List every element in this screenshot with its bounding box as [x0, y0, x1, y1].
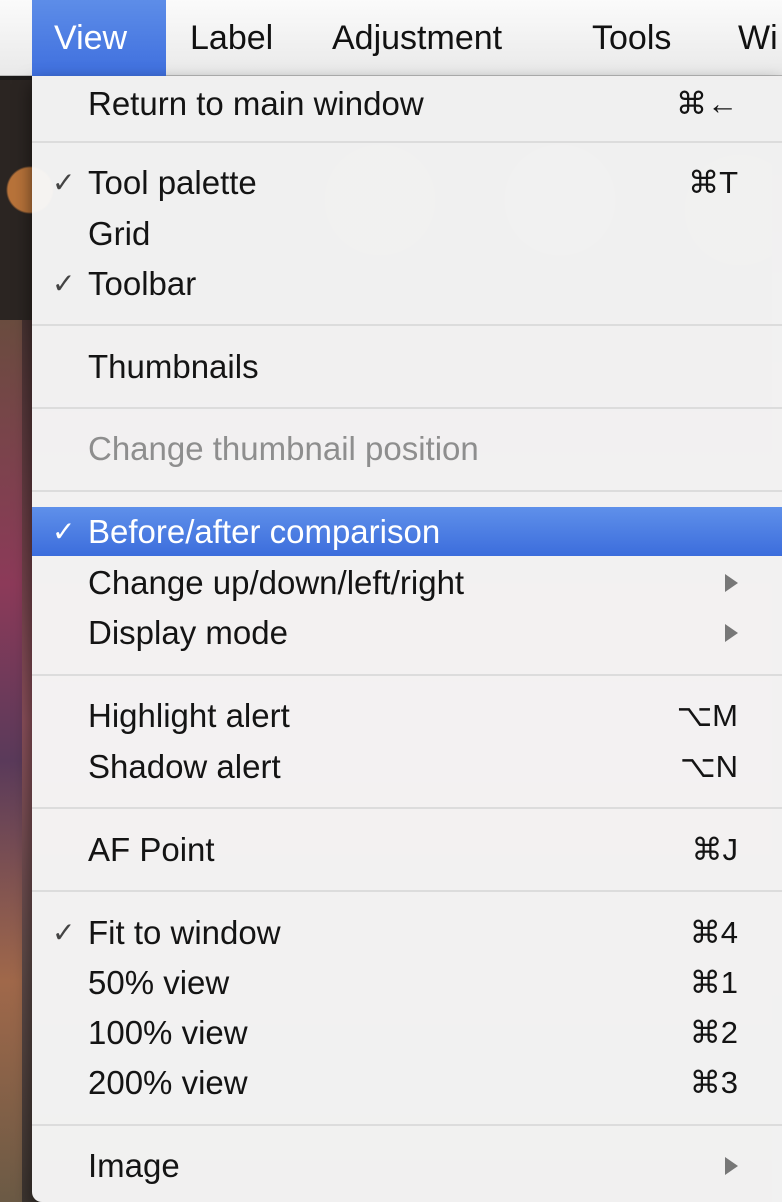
- menu-item-highlight-alert[interactable]: Highlight alert ⌥M: [32, 691, 782, 740]
- menu-separator: [32, 490, 782, 492]
- menu-separator: [32, 890, 782, 892]
- menu-item-label: Toolbar: [88, 265, 197, 302]
- menu-separator: [32, 807, 782, 809]
- menubar-item-tools[interactable]: Tools: [570, 0, 693, 76]
- menu-item-label: Change thumbnail position: [88, 430, 479, 467]
- menu-item-label: AF Point: [88, 831, 215, 868]
- submenu-arrow-icon: [725, 624, 738, 642]
- menu-item-label: 200% view: [88, 1064, 248, 1101]
- menu-item-label: Display mode: [88, 614, 288, 651]
- checkmark-icon: ✓: [52, 917, 76, 948]
- menu-item-shortcut: ⌘1: [689, 965, 738, 1000]
- menu-item-grid[interactable]: Grid: [32, 209, 782, 258]
- view-menu-dropdown: Return to main window ⌘← ✓ Tool palette …: [32, 76, 782, 1202]
- menu-item-200-view[interactable]: 200% view ⌘3: [32, 1058, 782, 1107]
- menu-item-shortcut: ⌘T: [688, 165, 738, 200]
- menu-bar: View Label Adjustment Tools Wi: [0, 0, 782, 76]
- menu-item-shortcut: ⌘4: [689, 915, 738, 950]
- menu-separator: [32, 324, 782, 326]
- menu-item-50-view[interactable]: 50% view ⌘1: [32, 958, 782, 1007]
- menu-item-shortcut: ⌘2: [689, 1015, 738, 1050]
- menu-item-100-view[interactable]: 100% view ⌘2: [32, 1008, 782, 1057]
- menu-item-af-point[interactable]: AF Point ⌘J: [32, 825, 782, 874]
- menu-item-shortcut: ⌥N: [679, 749, 738, 784]
- menu-item-label: Grid: [88, 215, 151, 252]
- menu-item-shortcut: ⌘J: [691, 832, 739, 867]
- menu-separator: [32, 407, 782, 409]
- menu-item-label: 100% view: [88, 1014, 248, 1051]
- submenu-arrow-icon: [725, 1157, 738, 1175]
- menu-item-shortcut: ⌥M: [676, 698, 738, 733]
- menu-item-image[interactable]: Image: [32, 1141, 782, 1190]
- menu-item-before-after-comparison[interactable]: ✓ Before/after comparison: [32, 507, 782, 556]
- submenu-arrow-icon: [725, 574, 738, 592]
- menu-item-label: 50% view: [88, 964, 230, 1001]
- menubar-item-adjustment[interactable]: Adjustment: [310, 0, 524, 76]
- menu-separator: [32, 674, 782, 676]
- background-image-strip: [0, 320, 22, 1202]
- menu-separator: [32, 1124, 782, 1126]
- menu-separator: [32, 141, 782, 143]
- menu-item-label: Change up/down/left/right: [88, 564, 465, 601]
- menu-item-shortcut: ⌘3: [689, 1065, 738, 1100]
- menu-item-shadow-alert[interactable]: Shadow alert ⌥N: [32, 742, 782, 791]
- checkmark-icon: ✓: [52, 268, 76, 299]
- menu-item-change-thumbnail-position: Change thumbnail position: [32, 424, 782, 473]
- checkmark-icon: ✓: [52, 516, 76, 547]
- menu-item-tool-palette[interactable]: ✓ Tool palette ⌘T: [32, 158, 782, 207]
- menu-item-label: Fit to window: [88, 914, 281, 951]
- menu-item-label: Thumbnails: [88, 348, 259, 385]
- menu-item-return-to-main-window[interactable]: Return to main window ⌘←: [32, 79, 782, 128]
- menubar-item-view[interactable]: View: [32, 0, 166, 76]
- menu-item-shortcut: ⌘←: [676, 86, 738, 121]
- menu-item-display-mode[interactable]: Display mode: [32, 608, 782, 657]
- checkmark-icon: ✓: [52, 167, 76, 198]
- menu-item-label: Image: [88, 1147, 180, 1184]
- menu-item-label: Tool palette: [88, 164, 257, 201]
- menu-item-label: Before/after comparison: [88, 513, 441, 550]
- menu-item-label: Highlight alert: [88, 697, 290, 734]
- menubar-item-window[interactable]: Wi: [716, 0, 782, 76]
- menu-item-fit-to-window[interactable]: ✓ Fit to window ⌘4: [32, 908, 782, 957]
- menu-item-toolbar[interactable]: ✓ Toolbar: [32, 259, 782, 308]
- menu-item-label: Shadow alert: [88, 748, 281, 785]
- menu-item-label: Return to main window: [88, 85, 424, 122]
- menu-item-change-up-down-left-right[interactable]: Change up/down/left/right: [32, 558, 782, 607]
- menu-item-thumbnails[interactable]: Thumbnails: [32, 342, 782, 391]
- menubar-item-label[interactable]: Label: [168, 0, 295, 76]
